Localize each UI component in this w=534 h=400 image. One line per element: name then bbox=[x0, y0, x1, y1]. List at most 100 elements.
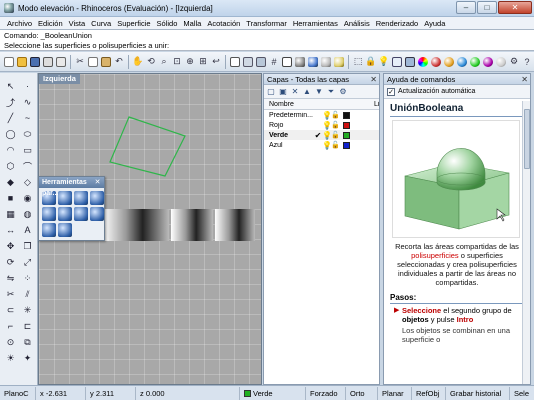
render-tool-icon[interactable]: ☀ bbox=[3, 351, 18, 365]
object-properties-icon[interactable] bbox=[391, 55, 403, 69]
delete-layer-icon[interactable]: ✕ bbox=[290, 87, 300, 97]
fillet-icon[interactable]: ⌐ bbox=[3, 319, 18, 333]
layer-color-swatch[interactable] bbox=[343, 111, 350, 119]
explode-icon[interactable]: ✳ bbox=[20, 303, 35, 317]
copy-object-icon[interactable]: ❐ bbox=[20, 239, 35, 253]
menu-superficie[interactable]: Superficie bbox=[114, 19, 153, 28]
layer-row[interactable]: Azul 💡 🔓 bbox=[264, 140, 379, 150]
menu-analisis[interactable]: Análisis bbox=[341, 19, 373, 28]
layer-color-swatch[interactable] bbox=[343, 141, 350, 149]
render-settings-icon[interactable] bbox=[482, 55, 494, 69]
save-icon[interactable] bbox=[29, 55, 41, 69]
close-icon[interactable]: ✕ bbox=[521, 74, 528, 85]
menu-acotacion[interactable]: Acotación bbox=[204, 19, 243, 28]
named-views-icon[interactable] bbox=[255, 55, 267, 69]
environment-icon[interactable] bbox=[456, 55, 468, 69]
zoom-window-icon[interactable]: ⊡ bbox=[171, 55, 183, 69]
lock-icon[interactable]: 🔓 bbox=[331, 111, 340, 119]
menu-herramientas[interactable]: Herramientas bbox=[290, 19, 341, 28]
render-icon[interactable] bbox=[495, 55, 507, 69]
curve-tools-icon[interactable]: ⌒ bbox=[20, 159, 35, 173]
cap-holes-icon[interactable] bbox=[42, 207, 56, 221]
toggle-orto[interactable]: Orto bbox=[346, 386, 378, 400]
boolean-split-icon[interactable] bbox=[90, 191, 104, 205]
new-layer-icon[interactable]: ▢ bbox=[266, 87, 276, 97]
undo-view-icon[interactable]: ↩ bbox=[210, 55, 222, 69]
select-arrow-icon[interactable]: ↖ bbox=[3, 79, 18, 93]
layer-row[interactable]: Rojo 💡 🔓 bbox=[264, 120, 379, 130]
shaded-icon[interactable] bbox=[294, 55, 306, 69]
layer-row[interactable]: Predetermin... 💡 🔓 bbox=[264, 110, 379, 120]
status-cplane[interactable]: PlanoC bbox=[0, 386, 36, 400]
wireframe-icon[interactable] bbox=[281, 55, 293, 69]
material-icon[interactable] bbox=[443, 55, 455, 69]
texture-icon[interactable] bbox=[469, 55, 481, 69]
menu-archivo[interactable]: Archivo bbox=[4, 19, 35, 28]
column-material[interactable]: Librer bbox=[339, 101, 379, 108]
menu-ayuda[interactable]: Ayuda bbox=[421, 19, 448, 28]
split-icon[interactable]: ⫽ bbox=[20, 287, 35, 301]
paste-icon[interactable] bbox=[100, 55, 112, 69]
status-layer[interactable]: Verde bbox=[240, 386, 306, 400]
toggle-forzado[interactable]: Forzado bbox=[306, 386, 346, 400]
open-file-icon[interactable] bbox=[16, 55, 28, 69]
layer-icon[interactable] bbox=[404, 55, 416, 69]
mesh-icon[interactable]: ▦ bbox=[3, 207, 18, 221]
offset-icon[interactable]: ⊏ bbox=[20, 319, 35, 333]
polygon-icon[interactable]: ⬡ bbox=[3, 159, 18, 173]
curve-icon[interactable]: ∿ bbox=[20, 95, 35, 109]
toggle-grabar-historial[interactable]: Grabar historial bbox=[446, 386, 510, 400]
help-icon[interactable]: ? bbox=[521, 55, 533, 69]
surface-icon[interactable]: ◆ bbox=[3, 175, 18, 189]
light-bulb-icon[interactable]: 💡 bbox=[322, 141, 332, 150]
dimension-icon[interactable]: ↔ bbox=[3, 223, 18, 237]
move-down-icon[interactable]: ▼ bbox=[314, 87, 324, 97]
zoom-icon[interactable]: ⌕ bbox=[158, 55, 170, 69]
chamfer-edge-icon[interactable] bbox=[90, 207, 104, 221]
new-file-icon[interactable] bbox=[3, 55, 15, 69]
maximize-button[interactable]: □ bbox=[477, 1, 497, 14]
light-icon[interactable]: ✦ bbox=[20, 351, 35, 365]
auto-update-checkbox[interactable]: ✓ bbox=[387, 87, 395, 96]
rotate-icon[interactable]: ⟳ bbox=[3, 255, 18, 269]
grid-icon[interactable]: # bbox=[268, 55, 280, 69]
join-icon[interactable]: ⊂ bbox=[3, 303, 18, 317]
menu-vista[interactable]: Vista bbox=[66, 19, 89, 28]
extract-surface-icon[interactable] bbox=[58, 207, 72, 221]
rectangle-icon[interactable]: ▭ bbox=[20, 143, 35, 157]
ellipse-icon[interactable]: ⬭ bbox=[20, 127, 35, 141]
point-icon[interactable]: · bbox=[20, 79, 35, 93]
light-bulb-icon[interactable]: 💡 bbox=[322, 111, 332, 120]
layer-color-swatch[interactable] bbox=[343, 121, 350, 129]
toggle-refobj[interactable]: RefObj bbox=[412, 386, 446, 400]
auto-update-checkbox-row[interactable]: ✓ Actualización automática bbox=[384, 85, 530, 99]
solid-box-small-icon[interactable] bbox=[58, 223, 72, 237]
cplane-icon[interactable] bbox=[242, 55, 254, 69]
scale-icon[interactable]: ⤢ bbox=[20, 255, 35, 269]
copy-icon[interactable] bbox=[87, 55, 99, 69]
solid-box-icon[interactable]: ■ bbox=[3, 191, 18, 205]
zoom-selected-icon[interactable]: ⊞ bbox=[197, 55, 209, 69]
pan-icon[interactable]: ✋ bbox=[132, 55, 144, 69]
line-icon[interactable]: ╱ bbox=[3, 111, 18, 125]
column-name[interactable]: Nombre bbox=[264, 101, 339, 108]
floating-toolbar-title[interactable]: Herramientas par... ✕ bbox=[39, 177, 104, 197]
array-icon[interactable]: ⁘ bbox=[20, 271, 35, 285]
move-icon[interactable]: ✥ bbox=[3, 239, 18, 253]
close-icon[interactable]: ✕ bbox=[370, 74, 377, 85]
four-viewports-icon[interactable] bbox=[229, 55, 241, 69]
circle-icon[interactable]: ◯ bbox=[3, 127, 18, 141]
menu-edicion[interactable]: Edición bbox=[35, 19, 66, 28]
ghosted-icon[interactable] bbox=[320, 55, 332, 69]
step-intro-link[interactable]: Intro bbox=[457, 315, 474, 324]
rendered-icon[interactable] bbox=[307, 55, 319, 69]
print-icon[interactable] bbox=[42, 55, 54, 69]
light-bulb-icon[interactable]: 💡 bbox=[378, 55, 390, 69]
step-seleccione-link[interactable]: Seleccione bbox=[402, 306, 441, 315]
filter-icon[interactable]: ⏷ bbox=[326, 87, 336, 97]
fillet-edge-icon[interactable] bbox=[74, 207, 88, 221]
menu-solido[interactable]: Sólido bbox=[154, 19, 181, 28]
options-icon[interactable]: ⚙ bbox=[508, 55, 520, 69]
lock-icon[interactable]: 🔓 bbox=[331, 141, 340, 149]
current-layer-check[interactable]: ✔ bbox=[314, 131, 322, 140]
